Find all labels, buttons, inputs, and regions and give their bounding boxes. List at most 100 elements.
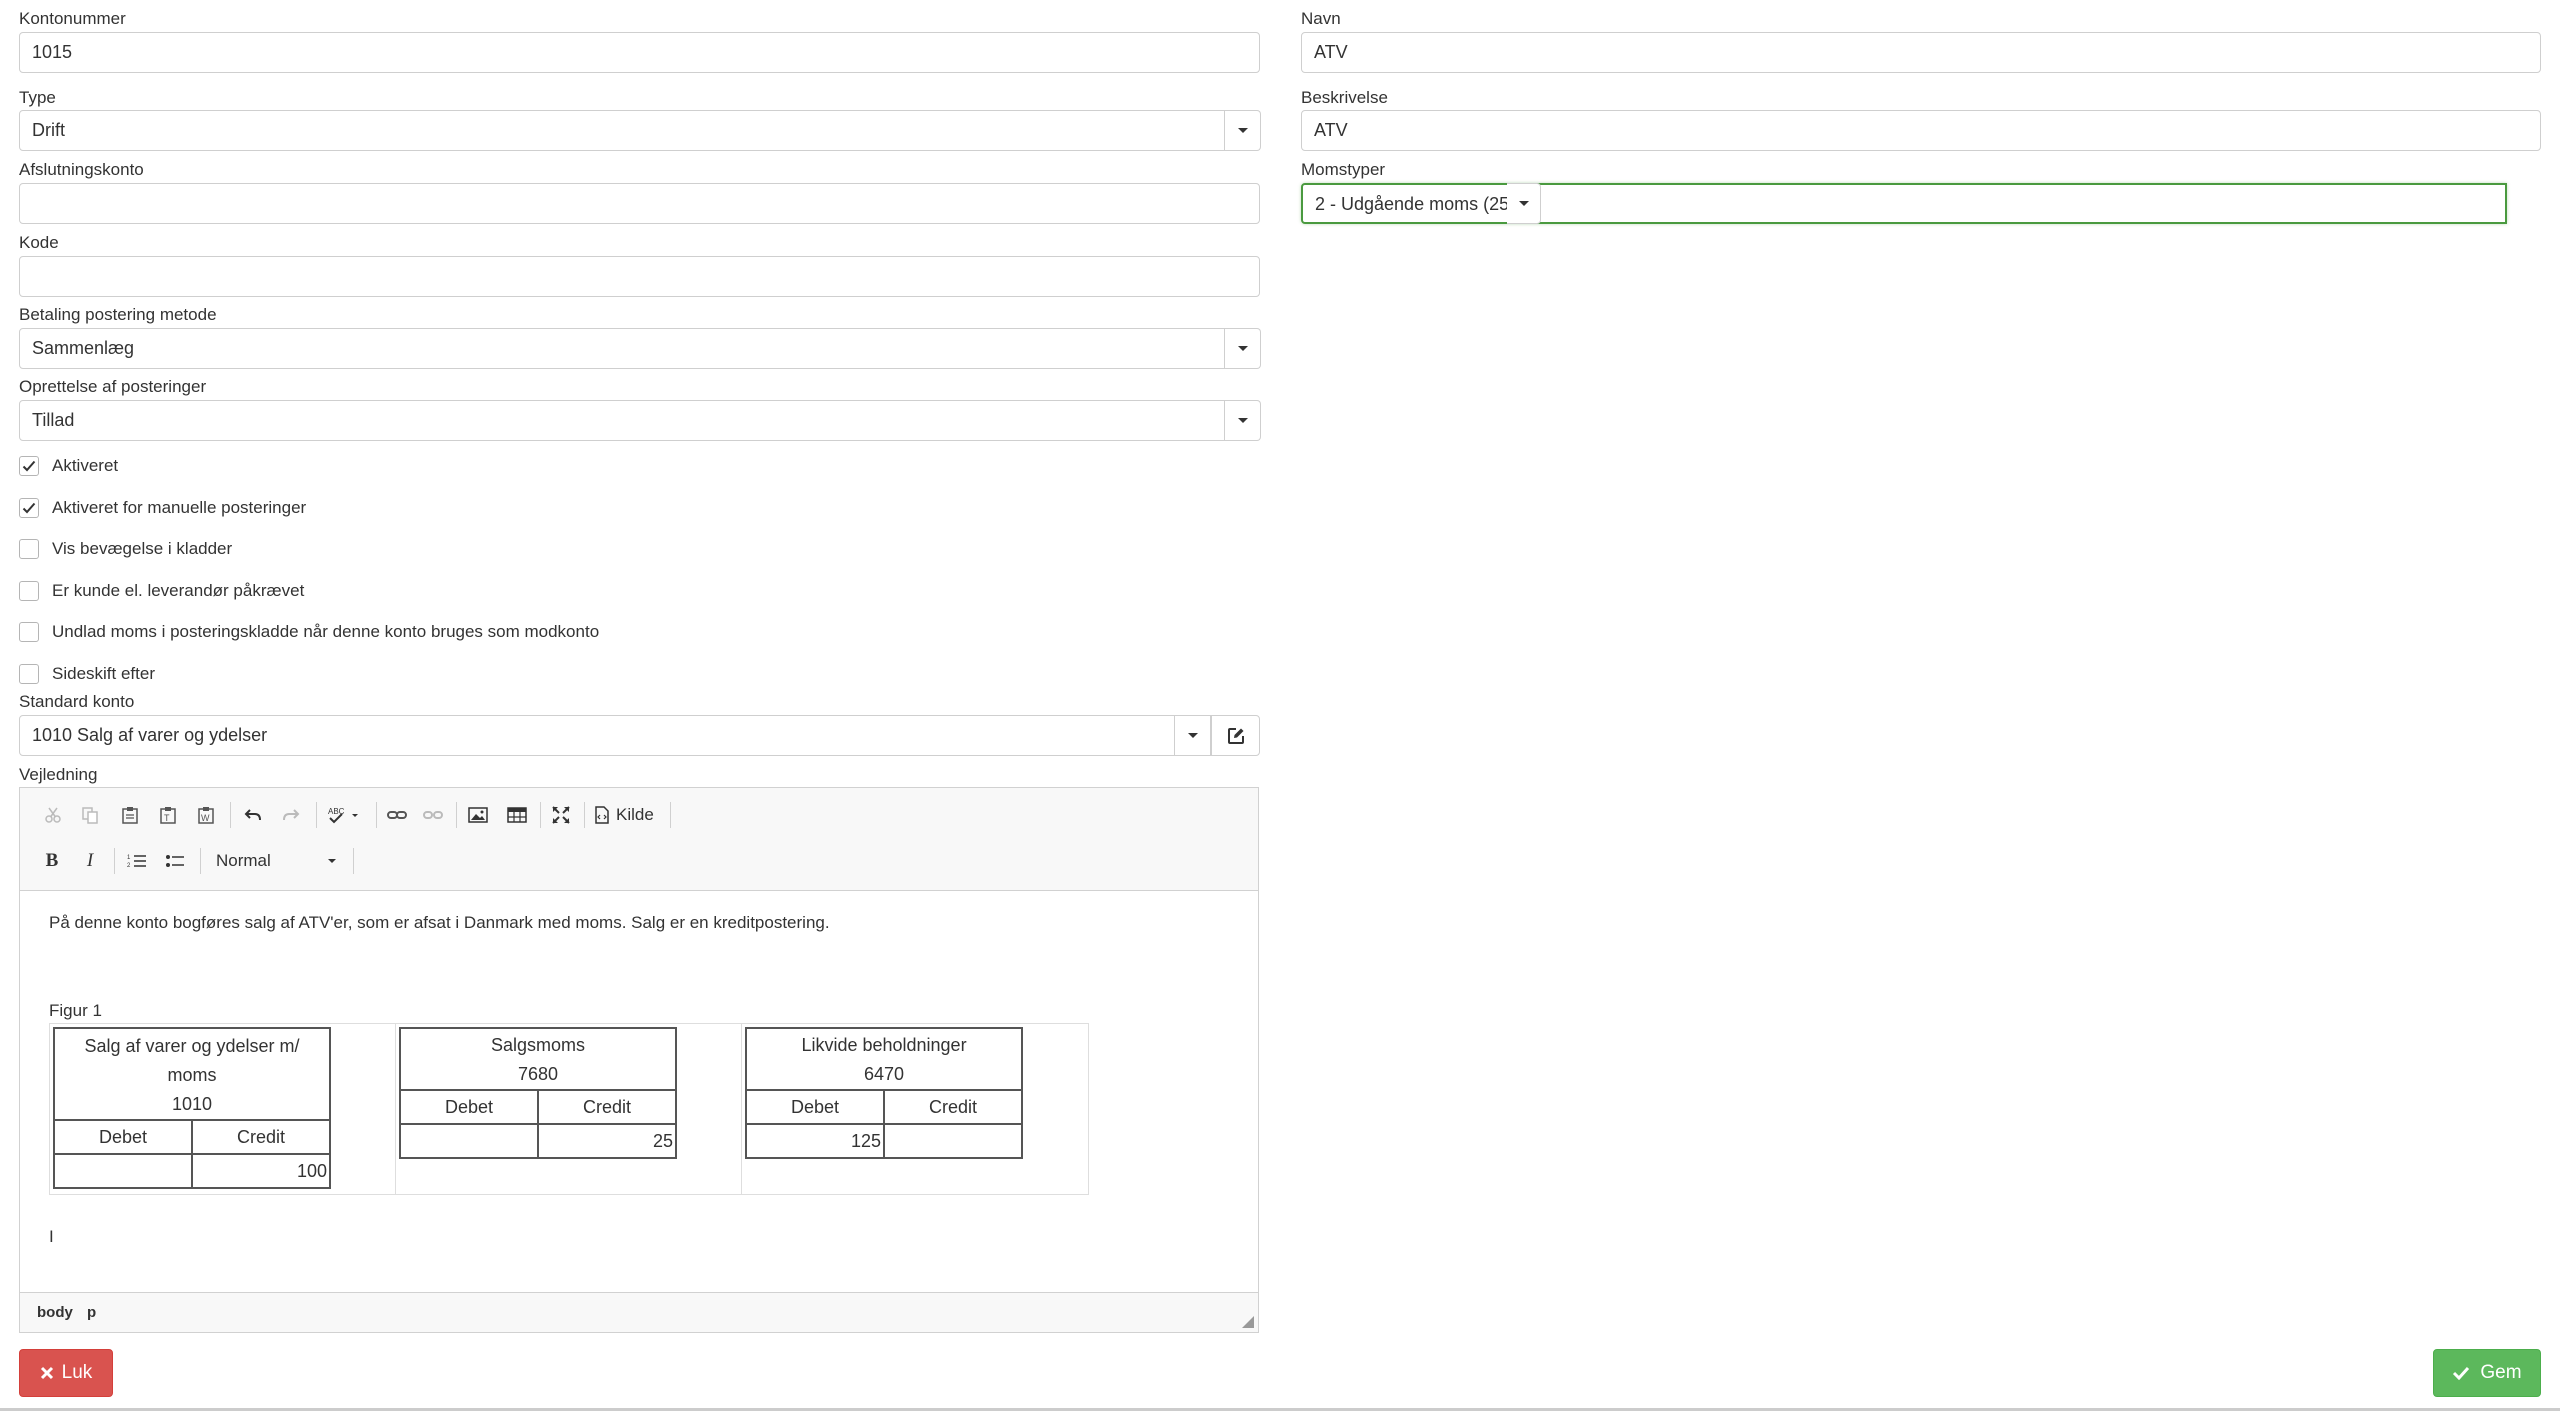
table-title: moms (167, 1064, 217, 1085)
checkbox-label: Undlad moms i posteringskladde når denne… (52, 622, 600, 641)
checkbox[interactable] (19, 456, 39, 476)
oprettelse-select[interactable]: Tillad (19, 400, 1225, 441)
debet-header: Debet (53, 1119, 193, 1155)
checkbox[interactable] (19, 622, 39, 642)
caret-down-icon (1518, 201, 1529, 206)
path-p[interactable]: p (87, 1304, 96, 1321)
checkbox-sideskift[interactable]: Sideskift efter (19, 662, 155, 686)
caret-down-icon (1237, 346, 1248, 351)
editor-toolbar: T W ABC Kilde B I 1 2 Normal (20, 788, 1258, 891)
oprettelse-dropdown-button[interactable] (1225, 400, 1261, 441)
source-button[interactable]: Kilde (594, 802, 654, 828)
figure-table: Likvide beholdninger 6470 Debet Credit 1… (745, 1027, 1023, 1159)
resize-handle-icon[interactable] (1242, 1316, 1254, 1328)
paste-word-icon[interactable]: W (193, 802, 219, 828)
close-button[interactable]: Luk (19, 1349, 113, 1397)
checkbox-aktiveret-manuelle[interactable]: Aktiveret for manuelle posteringer (19, 496, 306, 520)
copy-icon[interactable] (77, 802, 103, 828)
credit-header: Credit (191, 1119, 331, 1155)
italic-icon[interactable]: I (77, 848, 103, 874)
caret-down-icon (328, 859, 336, 863)
checkbox[interactable] (19, 539, 39, 559)
edit-icon (1227, 727, 1244, 744)
table-number: 7680 (517, 1064, 559, 1084)
beskrivelse-field[interactable]: ATV (1301, 110, 2541, 151)
image-icon[interactable] (465, 802, 491, 828)
checkbox[interactable] (19, 664, 39, 684)
momstyper-select[interactable]: 2 - Udgående moms (25%) (1301, 183, 2507, 224)
link-icon[interactable] (384, 802, 410, 828)
checkbox-vis-bevaegelse[interactable]: Vis bevægelse i kladder (19, 537, 232, 561)
standard-konto-dropdown-button[interactable] (1175, 715, 1211, 756)
momstyper-dropdown-button[interactable] (1507, 183, 1541, 224)
checkbox-label: Vis bevægelse i kladder (52, 539, 233, 558)
svg-text:W: W (201, 813, 210, 823)
checkbox-label: Sideskift efter (52, 664, 155, 683)
editor-paragraph: På denne konto bogføres salg af ATV'er, … (49, 913, 830, 932)
figure-table: Salg af varer og ydelser m/ moms 1010 De… (53, 1027, 331, 1189)
checkbox-label: Aktiveret for manuelle posteringer (52, 498, 307, 517)
kode-label: Kode (19, 233, 59, 252)
kontonummer-field[interactable]: 1015 (19, 32, 1260, 73)
standard-konto-label: Standard konto (19, 692, 135, 711)
table-title: Salg af varer og ydelser m/ (84, 1035, 300, 1056)
debet-value (399, 1123, 539, 1159)
standard-konto-edit-button[interactable] (1211, 715, 1260, 756)
standard-konto-select[interactable]: 1010 Salg af varer og ydelser (19, 715, 1175, 756)
beskrivelse-label: Beskrivelse (1301, 88, 1388, 107)
svg-text:2: 2 (127, 863, 131, 869)
source-label: Kilde (616, 805, 654, 824)
caret-down-icon (1237, 418, 1248, 423)
scissors-icon[interactable] (40, 802, 66, 828)
betaling-select[interactable]: Sammenlæg (19, 328, 1225, 369)
afslutningskonto-field[interactable] (19, 183, 1260, 224)
svg-text:T: T (164, 813, 170, 823)
save-button[interactable]: Gem (2433, 1349, 2541, 1397)
bullet-list-icon[interactable] (162, 848, 188, 874)
navn-field[interactable]: ATV (1301, 32, 2541, 73)
checkmark-icon (2453, 1366, 2470, 1380)
checkbox[interactable] (19, 581, 39, 601)
table-title: Likvide beholdninger (801, 1035, 967, 1055)
type-select[interactable]: Drift (19, 110, 1225, 151)
editor-content[interactable]: På denne konto bogføres salg af ATV'er, … (20, 891, 1258, 1291)
kode-field[interactable] (19, 256, 1260, 297)
rich-text-editor[interactable]: T W ABC Kilde B I 1 2 Normal På denne ko… (19, 787, 1259, 1333)
format-select[interactable]: Normal (210, 848, 350, 874)
undo-icon[interactable] (240, 802, 266, 828)
oprettelse-label: Oprettelse af posteringer (19, 377, 207, 396)
table-icon[interactable] (504, 802, 530, 828)
checkbox-label: Er kunde el. leverandør påkrævet (52, 581, 305, 600)
toolbar-separator (584, 802, 585, 828)
caret-down-icon (1237, 128, 1248, 133)
checkbox-kunde-paakraevet[interactable]: Er kunde el. leverandør påkrævet (19, 579, 304, 603)
maximize-icon[interactable] (548, 802, 574, 828)
path-body[interactable]: body (37, 1304, 73, 1321)
redo-icon[interactable] (278, 802, 304, 828)
unlink-icon[interactable] (420, 802, 446, 828)
table-title: Salgsmoms (490, 1035, 586, 1055)
svg-text:1: 1 (127, 855, 131, 861)
debet-value (53, 1153, 193, 1189)
checkbox-undlad-moms[interactable]: Undlad moms i posteringskladde når denne… (19, 620, 599, 644)
table-number: 6470 (863, 1064, 905, 1084)
toolbar-separator (114, 848, 115, 874)
source-icon (595, 806, 609, 824)
paste-icon[interactable] (117, 802, 143, 828)
paste-text-icon[interactable]: T (155, 802, 181, 828)
bold-icon[interactable]: B (39, 848, 65, 874)
checkbox-label: Aktiveret (52, 456, 119, 475)
save-button-label: Gem (2480, 1362, 2522, 1383)
checkbox[interactable] (19, 498, 39, 518)
betaling-dropdown-button[interactable] (1225, 328, 1261, 369)
numbered-list-icon[interactable]: 12 (124, 848, 150, 874)
type-dropdown-button[interactable] (1225, 110, 1261, 151)
credit-value (883, 1123, 1023, 1159)
checkbox-aktiveret[interactable]: Aktiveret (19, 454, 118, 478)
checkmark-icon (22, 460, 36, 472)
spellcheck-icon[interactable]: ABC (326, 802, 362, 828)
momstyper-label: Momstyper (1301, 160, 1386, 179)
toolbar-separator (200, 848, 201, 874)
credit-value: 100 (191, 1153, 331, 1189)
text-cursor: I (49, 1227, 54, 1246)
